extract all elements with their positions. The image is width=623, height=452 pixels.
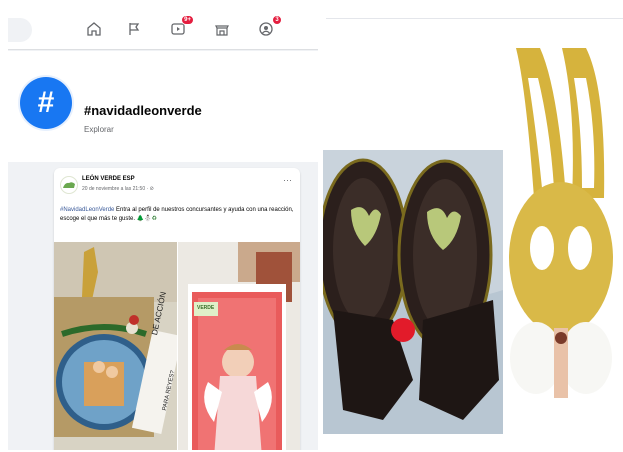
search-field[interactable] (8, 18, 32, 42)
facebook-panel: 9+ 3 # #navidadleonverde Explorar LEÓN V… (8, 10, 318, 450)
video-icon[interactable]: 9+ (168, 15, 194, 39)
author-avatar[interactable] (60, 176, 78, 194)
hashtag-header: # #navidadleonverde Explorar (8, 51, 318, 162)
top-divider (326, 18, 623, 19)
video-badge: 9+ (181, 15, 194, 25)
marketplace-icon[interactable] (212, 19, 232, 39)
post-timestamp[interactable]: 20 de noviembre a las 21:50 · ⊘ (82, 186, 154, 192)
post-emoji: 🌲⛄♻ (136, 216, 158, 222)
page-title: #navidadleonverde (84, 103, 202, 118)
post-photo-nativity[interactable]: DE ACCIÓN PARA REYES? (54, 242, 177, 450)
photo-reindeer-mask[interactable] (323, 150, 503, 434)
top-nav-bar: 9+ 3 (8, 10, 318, 50)
home-icon[interactable] (84, 19, 104, 39)
post-photo-angel[interactable]: VERDE (178, 242, 300, 450)
feed-post: LEÓN VERDE ESP 20 de noviembre a las 21:… (54, 168, 300, 450)
hashtag-avatar: # (20, 77, 72, 129)
lion-logo-icon (63, 182, 75, 188)
page-subtitle[interactable]: Explorar (84, 125, 114, 134)
more-options-icon[interactable]: ··· (283, 176, 292, 185)
card-label-verde: VERDE (197, 305, 215, 311)
hashtag-symbol: # (37, 86, 55, 119)
flag-icon[interactable] (124, 19, 144, 39)
hashtag-link[interactable]: #NavidadLeonVerde (60, 207, 114, 213)
post-text: #NavidadLeonVerde Entra al perfil de nue… (60, 206, 294, 224)
groups-badge: 3 (272, 15, 282, 25)
photo-bunny-mask[interactable] (506, 48, 616, 432)
groups-icon[interactable]: 3 (256, 15, 282, 39)
post-author[interactable]: LEÓN VERDE ESP (82, 176, 135, 182)
